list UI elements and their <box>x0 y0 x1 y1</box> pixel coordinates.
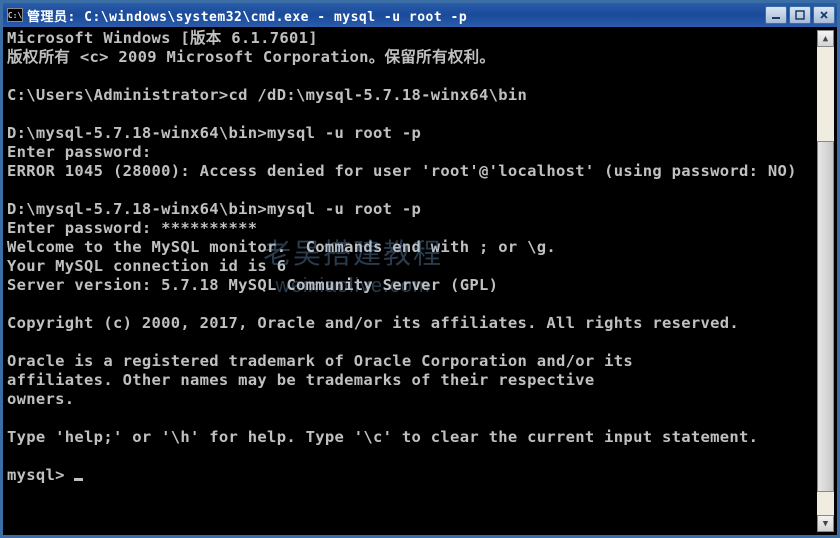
close-button[interactable] <box>813 6 835 24</box>
maximize-icon <box>795 10 805 20</box>
cursor <box>74 478 83 481</box>
terminal-output[interactable]: Microsoft Windows [版本 6.1.7601] 版权所有 <c>… <box>3 27 837 535</box>
window-title: 管理员: C:\windows\system32\cmd.exe - mysql… <box>27 6 765 25</box>
cmd-window: C:\ 管理员: C:\windows\system32\cmd.exe - m… <box>0 0 840 538</box>
window-controls <box>765 6 835 24</box>
scroll-down-button[interactable]: ▼ <box>817 515 834 532</box>
minimize-button[interactable] <box>765 6 787 24</box>
scrollbar-track[interactable] <box>817 47 834 515</box>
scroll-up-button[interactable]: ▲ <box>817 30 834 47</box>
cmd-icon: C:\ <box>7 8 23 22</box>
maximize-button[interactable] <box>789 6 811 24</box>
vertical-scrollbar[interactable]: ▲ ▼ <box>817 30 834 532</box>
titlebar[interactable]: C:\ 管理员: C:\windows\system32\cmd.exe - m… <box>3 3 837 27</box>
close-icon <box>819 10 829 20</box>
scrollbar-thumb[interactable] <box>817 141 834 492</box>
minimize-icon <box>771 10 781 20</box>
